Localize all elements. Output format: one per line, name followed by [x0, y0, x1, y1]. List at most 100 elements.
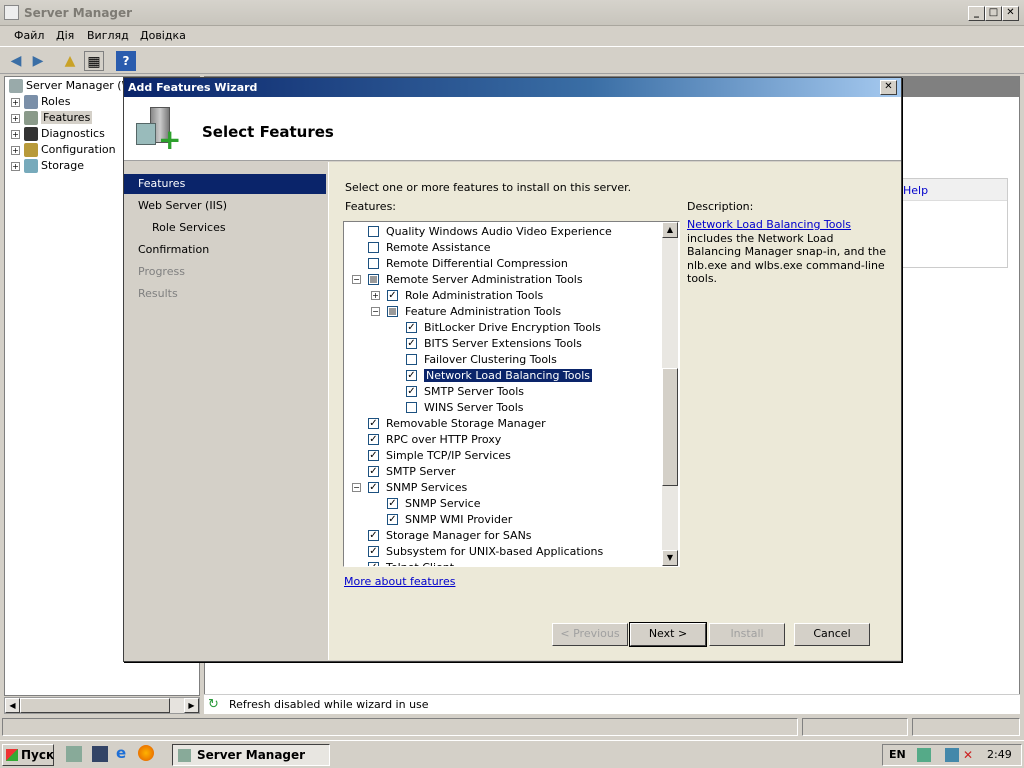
feature-checkbox[interactable] — [406, 354, 417, 365]
feature-row[interactable]: WINS Server Tools — [344, 400, 662, 416]
language-indicator[interactable]: EN — [889, 748, 906, 761]
maximize-button[interactable]: □ — [985, 6, 1002, 21]
features-scrollbar[interactable]: ▲ ▼ — [662, 222, 678, 566]
minimize-button[interactable]: _ — [968, 6, 985, 21]
feature-checkbox[interactable]: ✓ — [368, 546, 379, 557]
help-icon[interactable]: ? — [116, 51, 136, 71]
feature-row[interactable]: ✓ RPC over HTTP Proxy — [344, 432, 662, 448]
tray-icon[interactable] — [917, 748, 931, 762]
firefox-icon[interactable] — [138, 745, 154, 761]
feature-checkbox[interactable]: ✓ — [406, 370, 417, 381]
start-button[interactable]: Пуск — [2, 744, 54, 766]
tree-item-roles[interactable]: + Roles — [11, 95, 70, 111]
feature-checkbox[interactable]: ✓ — [368, 482, 379, 493]
internet-explorer-icon[interactable]: e — [116, 745, 132, 761]
previous-button[interactable]: < Previous — [552, 623, 628, 646]
expand-icon[interactable]: + — [11, 129, 20, 139]
nav-confirmation[interactable]: Confirmation — [124, 240, 326, 260]
feature-row[interactable]: ✓ BitLocker Drive Encryption Tools — [344, 320, 662, 336]
show-hide-tree-icon[interactable]: ▦ — [84, 51, 104, 71]
feature-checkbox[interactable] — [368, 258, 379, 269]
feature-row[interactable]: + ✓ Role Administration Tools — [344, 288, 662, 304]
feature-checkbox[interactable]: ✓ — [387, 290, 398, 301]
scroll-thumb[interactable] — [20, 698, 170, 713]
expand-icon[interactable]: + — [11, 161, 20, 171]
feature-row[interactable]: Quality Windows Audio Video Experience — [344, 224, 662, 240]
feature-checkbox[interactable]: ✓ — [368, 418, 379, 429]
feature-checkbox[interactable]: ✓ — [368, 450, 379, 461]
scroll-thumb[interactable] — [662, 368, 678, 486]
expand-icon[interactable]: + — [371, 291, 380, 300]
scroll-down-icon[interactable]: ▼ — [662, 550, 678, 566]
scroll-right-icon[interactable]: ▶ — [184, 698, 199, 713]
expand-icon[interactable]: + — [11, 97, 20, 107]
feature-row[interactable]: ✓ Subsystem for UNIX-based Applications — [344, 544, 662, 560]
nav-role-services[interactable]: Role Services — [124, 218, 326, 238]
cancel-button[interactable]: Cancel — [794, 623, 870, 646]
back-arrow-icon[interactable]: ◀ — [6, 51, 26, 71]
scroll-left-icon[interactable]: ◀ — [5, 698, 20, 713]
feature-checkbox[interactable]: ✓ — [368, 530, 379, 541]
menu-help[interactable]: Довідка — [140, 29, 186, 42]
feature-row[interactable]: ✓ Telnet Client — [344, 560, 662, 566]
tree-item-features[interactable]: + Features — [11, 111, 93, 127]
menu-view[interactable]: Вигляд — [87, 29, 129, 42]
feature-row[interactable]: ✓ Removable Storage Manager — [344, 416, 662, 432]
collapse-icon[interactable]: − — [352, 483, 361, 492]
up-folder-icon[interactable]: ▲ — [60, 51, 80, 71]
feature-row[interactable]: ✓ SMTP Server Tools — [344, 384, 662, 400]
feature-checkbox[interactable]: ✓ — [368, 434, 379, 445]
feature-row[interactable]: − ✓ SNMP Services — [344, 480, 662, 496]
network-icon[interactable] — [945, 748, 959, 762]
scroll-up-icon[interactable]: ▲ — [662, 222, 678, 238]
feature-checkbox[interactable] — [368, 226, 379, 237]
close-button[interactable]: ✕ — [1002, 6, 1019, 21]
tree-item-diagnostics[interactable]: + Diagnostics — [11, 127, 105, 143]
install-button[interactable]: Install — [709, 623, 785, 646]
collapse-icon[interactable]: − — [352, 275, 361, 284]
feature-row[interactable]: Remote Assistance — [344, 240, 662, 256]
feature-row[interactable]: Failover Clustering Tools — [344, 352, 662, 368]
feature-row[interactable]: Remote Differential Compression — [344, 256, 662, 272]
feature-checkbox[interactable]: ✓ — [406, 386, 417, 397]
forward-arrow-icon[interactable]: ▶ — [28, 51, 48, 71]
tree-item-configuration[interactable]: + Configuration — [11, 143, 116, 159]
feature-checkbox[interactable]: ✓ — [406, 322, 417, 333]
feature-checkbox[interactable]: ✓ — [368, 466, 379, 477]
nav-features[interactable]: Features — [124, 174, 326, 194]
feature-checkbox[interactable] — [368, 274, 379, 285]
feature-checkbox[interactable]: ✓ — [368, 562, 379, 566]
next-button[interactable]: Next > — [629, 622, 707, 647]
description-link[interactable]: Network Load Balancing Tools — [687, 218, 851, 231]
feature-row[interactable]: − Remote Server Administration Tools — [344, 272, 662, 288]
more-about-features-link[interactable]: More about features — [344, 575, 455, 588]
help-link[interactable]: Help — [897, 179, 1007, 201]
feature-checkbox[interactable]: ✓ — [406, 338, 417, 349]
server-manager-quicklaunch-icon[interactable] — [66, 746, 82, 762]
feature-row[interactable]: ✓ Storage Manager for SANs — [344, 528, 662, 544]
collapse-icon[interactable]: − — [371, 307, 380, 316]
feature-row[interactable]: − Feature Administration Tools — [344, 304, 662, 320]
menu-file[interactable]: Файл — [14, 29, 44, 42]
wizard-close-button[interactable]: ✕ — [880, 80, 897, 95]
feature-checkbox[interactable]: ✓ — [387, 498, 398, 509]
expand-icon[interactable]: + — [11, 145, 20, 155]
taskbar-server-manager[interactable]: Server Manager — [172, 744, 330, 766]
feature-checkbox[interactable] — [387, 306, 398, 317]
feature-checkbox[interactable] — [368, 242, 379, 253]
menu-action[interactable]: Дія — [56, 29, 74, 42]
feature-row[interactable]: ✓ SNMP WMI Provider — [344, 512, 662, 528]
tree-root[interactable]: Server Manager (W — [9, 79, 132, 95]
desktop-quicklaunch-icon[interactable] — [92, 746, 108, 762]
feature-row[interactable]: ✓ SMTP Server — [344, 464, 662, 480]
feature-checkbox[interactable] — [406, 402, 417, 413]
feature-checkbox[interactable]: ✓ — [387, 514, 398, 525]
volume-muted-icon[interactable]: ✕ — [963, 748, 977, 762]
feature-row[interactable]: ✓ Network Load Balancing Tools — [344, 368, 662, 384]
tree-horizontal-scrollbar[interactable]: ◀ ▶ — [4, 697, 200, 714]
tree-item-storage[interactable]: + Storage — [11, 159, 84, 175]
feature-row[interactable]: ✓ SNMP Service — [344, 496, 662, 512]
nav-web-server[interactable]: Web Server (IIS) — [124, 196, 326, 216]
features-tree-list[interactable]: Quality Windows Audio Video Experience Re… — [343, 221, 680, 567]
expand-icon[interactable]: + — [11, 113, 20, 123]
